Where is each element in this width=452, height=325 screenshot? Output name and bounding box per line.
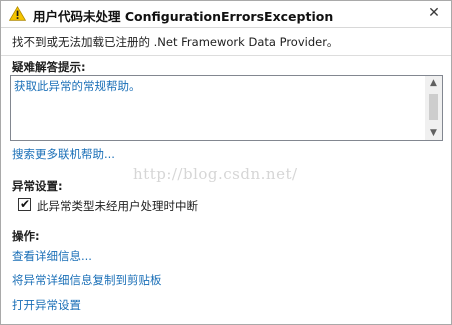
watermark-text: http://blog.csdn.net/: [133, 165, 298, 183]
exception-helper-dialog: 用户代码未处理 ConfigurationErrorsException ✕ 找…: [0, 0, 452, 325]
close-button[interactable]: ✕: [425, 4, 443, 22]
view-details-link[interactable]: 查看详细信息...: [12, 248, 92, 264]
exception-settings-heading: 异常设置:: [12, 179, 63, 193]
checkmark-icon: ✔: [20, 197, 31, 211]
dialog-title: 用户代码未处理 ConfigurationErrorsException: [33, 9, 334, 24]
break-on-exception-checkbox[interactable]: ✔: [18, 197, 31, 211]
scroll-up-arrow-icon[interactable]: ▲: [425, 76, 442, 90]
open-exception-settings-link[interactable]: 打开异常设置: [12, 297, 81, 313]
exception-message: 找不到或无法加载已注册的 .Net Framework Data Provide…: [12, 35, 339, 49]
tip-general-help-link[interactable]: 获取此异常的常规帮助。: [14, 78, 141, 94]
dialog-titlebar: 用户代码未处理 ConfigurationErrorsException ✕: [1, 1, 451, 28]
break-on-exception-label[interactable]: 此异常类型未经用户处理时中断: [37, 198, 198, 214]
close-icon: ✕: [428, 5, 440, 21]
divider: [1, 55, 451, 56]
warning-icon: [9, 6, 26, 21]
actions-heading: 操作:: [12, 229, 40, 243]
scroll-thumb[interactable]: [429, 94, 438, 120]
troubleshooting-tips-list[interactable]: 获取此异常的常规帮助。 ▲ ▼: [10, 75, 443, 141]
copy-details-link[interactable]: 将异常详细信息复制到剪贴板: [12, 272, 162, 288]
scroll-down-arrow-icon[interactable]: ▼: [425, 126, 442, 140]
vertical-scrollbar[interactable]: ▲ ▼: [425, 76, 442, 140]
search-online-help-link[interactable]: 搜索更多联机帮助...: [12, 146, 115, 162]
troubleshooting-heading: 疑难解答提示:: [12, 60, 86, 74]
